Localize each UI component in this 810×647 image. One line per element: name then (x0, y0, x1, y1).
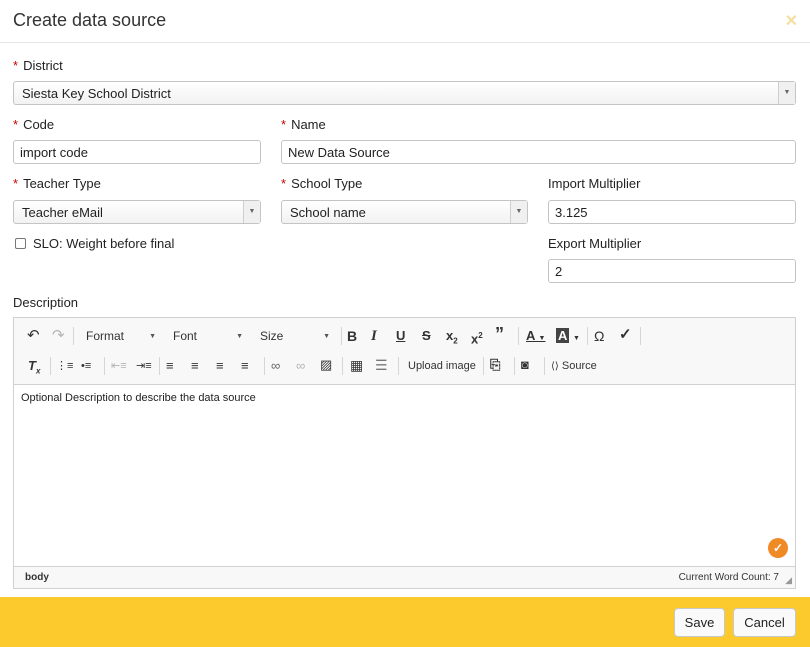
redo-icon[interactable]: ↷ (52, 328, 65, 344)
superscript-icon[interactable]: x2 (471, 328, 483, 347)
link-icon[interactable]: ∞ (271, 358, 280, 374)
spellcheck-check-icon[interactable]: ✓ (768, 538, 788, 558)
description-content[interactable]: Optional Description to describe the dat… (21, 392, 256, 404)
text-color-icon[interactable]: A ▼ (526, 328, 545, 347)
description-label: Description (13, 295, 79, 310)
underline-icon[interactable]: U (396, 328, 405, 344)
size-dropdown[interactable]: Size ▼ (260, 329, 330, 343)
chevron-down-icon: ▼ (236, 333, 243, 340)
close-icon[interactable]: ✕ (785, 11, 798, 31)
editor-toolbar: ↶ ↷ Format ▼ Font ▼ Size ▼ B I U S x2 x2… (14, 318, 795, 385)
toolbar-separator (159, 357, 160, 375)
toolbar-separator (342, 357, 343, 375)
toolbar-separator (73, 327, 74, 345)
required-mark: * (281, 117, 287, 132)
source-button[interactable]: ⟨⟩ Source (551, 358, 597, 375)
chevron-down-icon: ▼ (149, 333, 156, 340)
spellcheck-icon[interactable]: ✓ (619, 327, 632, 343)
slo-checkbox-label[interactable]: SLO: Weight before final (33, 236, 174, 251)
special-character-icon[interactable]: Ω (594, 328, 604, 344)
teacher-type-label: * Teacher Type (13, 176, 101, 191)
bold-icon[interactable]: B (347, 328, 357, 344)
toolbar-separator (514, 357, 515, 375)
copy-format-icon[interactable]: ⎘ (490, 357, 500, 373)
toolbar-separator (50, 357, 51, 375)
required-mark: * (13, 176, 19, 191)
code-field[interactable]: import code (13, 140, 261, 164)
align-left-icon[interactable]: ≡ (166, 358, 174, 374)
export-multiplier-label: Export Multiplier (548, 236, 642, 251)
align-justify-icon[interactable]: ≡ (241, 358, 249, 374)
toolbar-separator (587, 327, 588, 345)
unlink-icon[interactable]: ∞ (296, 358, 305, 374)
remove-format-icon[interactable]: Tx (28, 358, 40, 380)
chevron-down-icon[interactable]: ▼ (510, 201, 527, 223)
strikethrough-icon[interactable]: S (422, 328, 431, 344)
dialog-header: Create data source ✕ (0, 0, 810, 43)
district-value: Siesta Key School District (22, 86, 171, 101)
dialog-footer: Save Cancel (0, 597, 810, 647)
horizontal-rule-icon[interactable]: ☰ (375, 357, 388, 373)
required-mark: * (13, 58, 19, 73)
slo-checkbox[interactable] (15, 238, 26, 249)
font-dropdown[interactable]: Font ▼ (173, 329, 243, 343)
toolbar-separator (544, 357, 545, 375)
italic-icon[interactable]: I (371, 328, 377, 344)
word-count: Current Word Count: 7 (678, 572, 779, 583)
required-mark: * (13, 117, 19, 132)
background-color-icon[interactable]: A ▼ (556, 328, 580, 347)
name-label: * Name (281, 117, 326, 132)
toolbar-separator (640, 327, 641, 345)
cancel-button[interactable]: Cancel (733, 608, 796, 637)
align-center-icon[interactable]: ≡ (191, 358, 199, 374)
school-type-select[interactable]: School name ▼ (281, 200, 528, 224)
format-dropdown[interactable]: Format ▼ (86, 329, 156, 343)
code-label: * Code (13, 117, 55, 132)
camera-icon[interactable]: ◙ (521, 357, 529, 373)
format-label: Format (86, 329, 125, 343)
district-label: * District (13, 58, 63, 73)
align-right-icon[interactable]: ≡ (216, 358, 224, 374)
table-icon[interactable]: ▦ (350, 357, 363, 373)
school-type-value: School name (290, 205, 366, 220)
editor-statusbar: body Current Word Count: 7 ◢ (14, 566, 795, 588)
indent-icon[interactable]: ⇥≡ (136, 358, 152, 374)
toolbar-separator (264, 357, 265, 375)
image-icon[interactable]: ▨ (320, 357, 332, 373)
teacher-type-value: Teacher eMail (22, 205, 103, 220)
source-label: Source (561, 360, 597, 372)
dialog-title: Create data source (13, 10, 167, 30)
toolbar-separator (398, 357, 399, 375)
bulleted-list-icon[interactable]: •≡ (81, 358, 91, 374)
teacher-type-select[interactable]: Teacher eMail ▼ (13, 200, 261, 224)
upload-image-button[interactable]: Upload image (408, 358, 476, 374)
district-select[interactable]: Siesta Key School District ▼ (13, 81, 796, 105)
element-path[interactable]: body (25, 572, 49, 583)
font-label: Font (173, 329, 198, 343)
numbered-list-icon[interactable]: ⋮≡ (56, 358, 73, 374)
chevron-down-icon[interactable]: ▼ (778, 82, 795, 104)
toolbar-separator (518, 327, 519, 345)
import-multiplier-label: Import Multiplier (548, 176, 641, 191)
undo-icon[interactable]: ↶ (27, 328, 40, 344)
toolbar-separator (341, 327, 342, 345)
export-multiplier-field[interactable]: 2 (548, 259, 796, 283)
blockquote-icon[interactable]: ” (495, 325, 504, 343)
name-field[interactable]: New Data Source (281, 140, 796, 164)
size-label: Size (260, 329, 284, 343)
outdent-icon[interactable]: ⇤≡ (111, 358, 127, 374)
resize-grip-icon[interactable]: ◢ (785, 575, 792, 586)
save-button[interactable]: Save (674, 608, 725, 637)
required-mark: * (281, 176, 287, 191)
chevron-down-icon: ▼ (323, 333, 330, 340)
import-multiplier-field[interactable]: 3.125 (548, 200, 796, 224)
source-icon: ⟨⟩ (551, 361, 559, 372)
chevron-down-icon[interactable]: ▼ (243, 201, 260, 223)
toolbar-separator (104, 357, 105, 375)
toolbar-separator (483, 357, 484, 375)
subscript-icon[interactable]: x2 (446, 328, 458, 350)
school-type-label: * School Type (281, 176, 363, 191)
description-editor: ↶ ↷ Format ▼ Font ▼ Size ▼ B I U S x2 x2… (13, 317, 796, 589)
